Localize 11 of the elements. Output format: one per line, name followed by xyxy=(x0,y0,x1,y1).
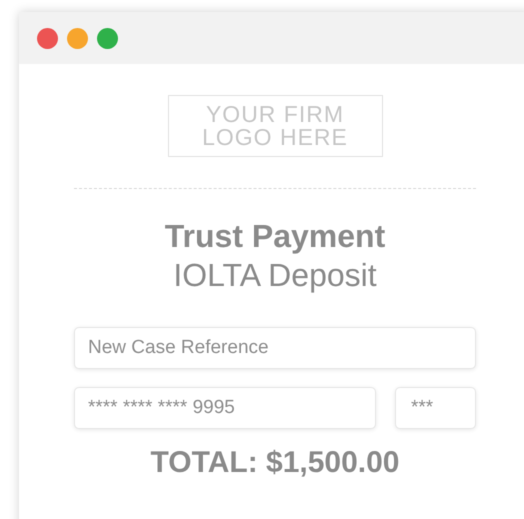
case-reference-field[interactable]: New Case Reference xyxy=(74,327,476,369)
payment-subtitle: IOLTA Deposit xyxy=(173,256,377,295)
cvv-field[interactable]: *** xyxy=(395,387,476,429)
logo-text: LOGO HERE xyxy=(202,126,348,149)
window-control[interactable] xyxy=(37,28,58,48)
window-control[interactable] xyxy=(67,28,88,48)
payment-title: Trust Payment xyxy=(164,217,386,255)
total-amount: TOTAL: $1,500.00 xyxy=(150,446,400,480)
logo-text: YOUR FIRM xyxy=(206,103,344,126)
window-control[interactable] xyxy=(97,28,118,48)
card-number-field[interactable]: **** **** **** 9995 xyxy=(74,387,376,429)
